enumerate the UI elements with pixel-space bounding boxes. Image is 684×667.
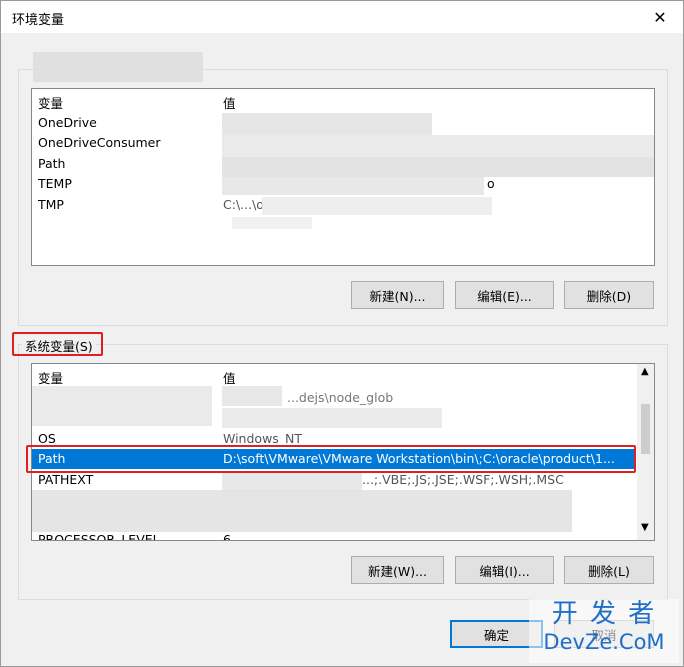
system-path-row-highlight bbox=[26, 445, 636, 473]
user-header-value[interactable]: 值 bbox=[223, 93, 236, 112]
system-list-header: 变量 值 bbox=[32, 364, 654, 386]
user-edit-button[interactable]: 编辑(E)... bbox=[455, 281, 554, 309]
window-title: 环境变量 bbox=[12, 13, 65, 28]
watermark-line1: 开 发 者 bbox=[551, 599, 657, 629]
user-values-blurred bbox=[222, 177, 484, 195]
system-row-value: ...dejs\node_glob bbox=[287, 390, 394, 405]
user-header-variable[interactable]: 变量 bbox=[38, 93, 63, 112]
system-row-value: ...;.VBE;.JS;.JSE;.WSF;.WSH;.MSC bbox=[362, 472, 564, 487]
user-new-button[interactable]: 新建(N)... bbox=[351, 281, 444, 309]
user-values-blurred bbox=[222, 113, 432, 135]
system-new-button[interactable]: 新建(W)... bbox=[351, 556, 444, 584]
system-label-highlight bbox=[12, 332, 103, 356]
system-row-name: PATHEXT bbox=[38, 472, 94, 487]
environment-variables-dialog: 环境变量 ✕ 变量 值 OneDrive OneDriveConsumer Pa… bbox=[0, 0, 684, 667]
system-values-blurred bbox=[32, 386, 212, 426]
system-row-name: PROCESSOR_LEVEL bbox=[38, 532, 160, 541]
title-bar: 环境变量 ✕ bbox=[1, 1, 683, 33]
system-header-variable[interactable]: 变量 bbox=[38, 368, 63, 387]
user-row-name: Path bbox=[38, 156, 66, 171]
user-values-blurred bbox=[232, 217, 312, 229]
system-values-blurred bbox=[32, 490, 572, 532]
system-values-blurred bbox=[222, 386, 282, 406]
watermark-line2: DevZe.CoM bbox=[543, 630, 665, 654]
system-edit-button[interactable]: 编辑(I)... bbox=[455, 556, 554, 584]
scroll-down-icon[interactable]: ▼ bbox=[641, 522, 649, 533]
system-row-name: OS bbox=[38, 431, 56, 446]
system-row-value: Windows_NT bbox=[223, 431, 303, 446]
user-row-value: C:\...\o bbox=[223, 197, 264, 212]
system-row-value: 6 bbox=[223, 532, 231, 541]
system-values-blurred bbox=[222, 408, 442, 428]
system-values-blurred bbox=[222, 472, 362, 492]
scroll-up-icon[interactable]: ▲ bbox=[641, 366, 649, 377]
user-values-blurred bbox=[222, 135, 654, 157]
watermark-logo: 开 发 者 DevZe.CoM bbox=[529, 599, 679, 663]
user-row-value: o bbox=[487, 176, 495, 191]
user-variables-list[interactable]: 变量 值 OneDrive OneDriveConsumer Path TEMP… bbox=[31, 88, 655, 266]
user-delete-button[interactable]: 删除(D) bbox=[564, 281, 654, 309]
user-variables-label-blurred bbox=[33, 52, 203, 82]
user-row-name: TEMP bbox=[38, 176, 72, 191]
user-row-name: OneDriveConsumer bbox=[38, 135, 161, 150]
close-icon: ✕ bbox=[653, 7, 667, 27]
system-list-scrollbar[interactable]: ▲ ▼ bbox=[637, 364, 654, 540]
system-header-value[interactable]: 值 bbox=[223, 368, 236, 387]
close-button[interactable]: ✕ bbox=[637, 1, 683, 33]
user-row-name: TMP bbox=[38, 197, 64, 212]
user-values-blurred bbox=[222, 157, 654, 177]
user-row-name: OneDrive bbox=[38, 115, 97, 130]
scrollbar-thumb[interactable] bbox=[641, 404, 650, 454]
user-list-header: 变量 值 bbox=[32, 89, 654, 111]
system-delete-button[interactable]: 删除(L) bbox=[564, 556, 654, 584]
user-values-blurred bbox=[262, 197, 492, 215]
